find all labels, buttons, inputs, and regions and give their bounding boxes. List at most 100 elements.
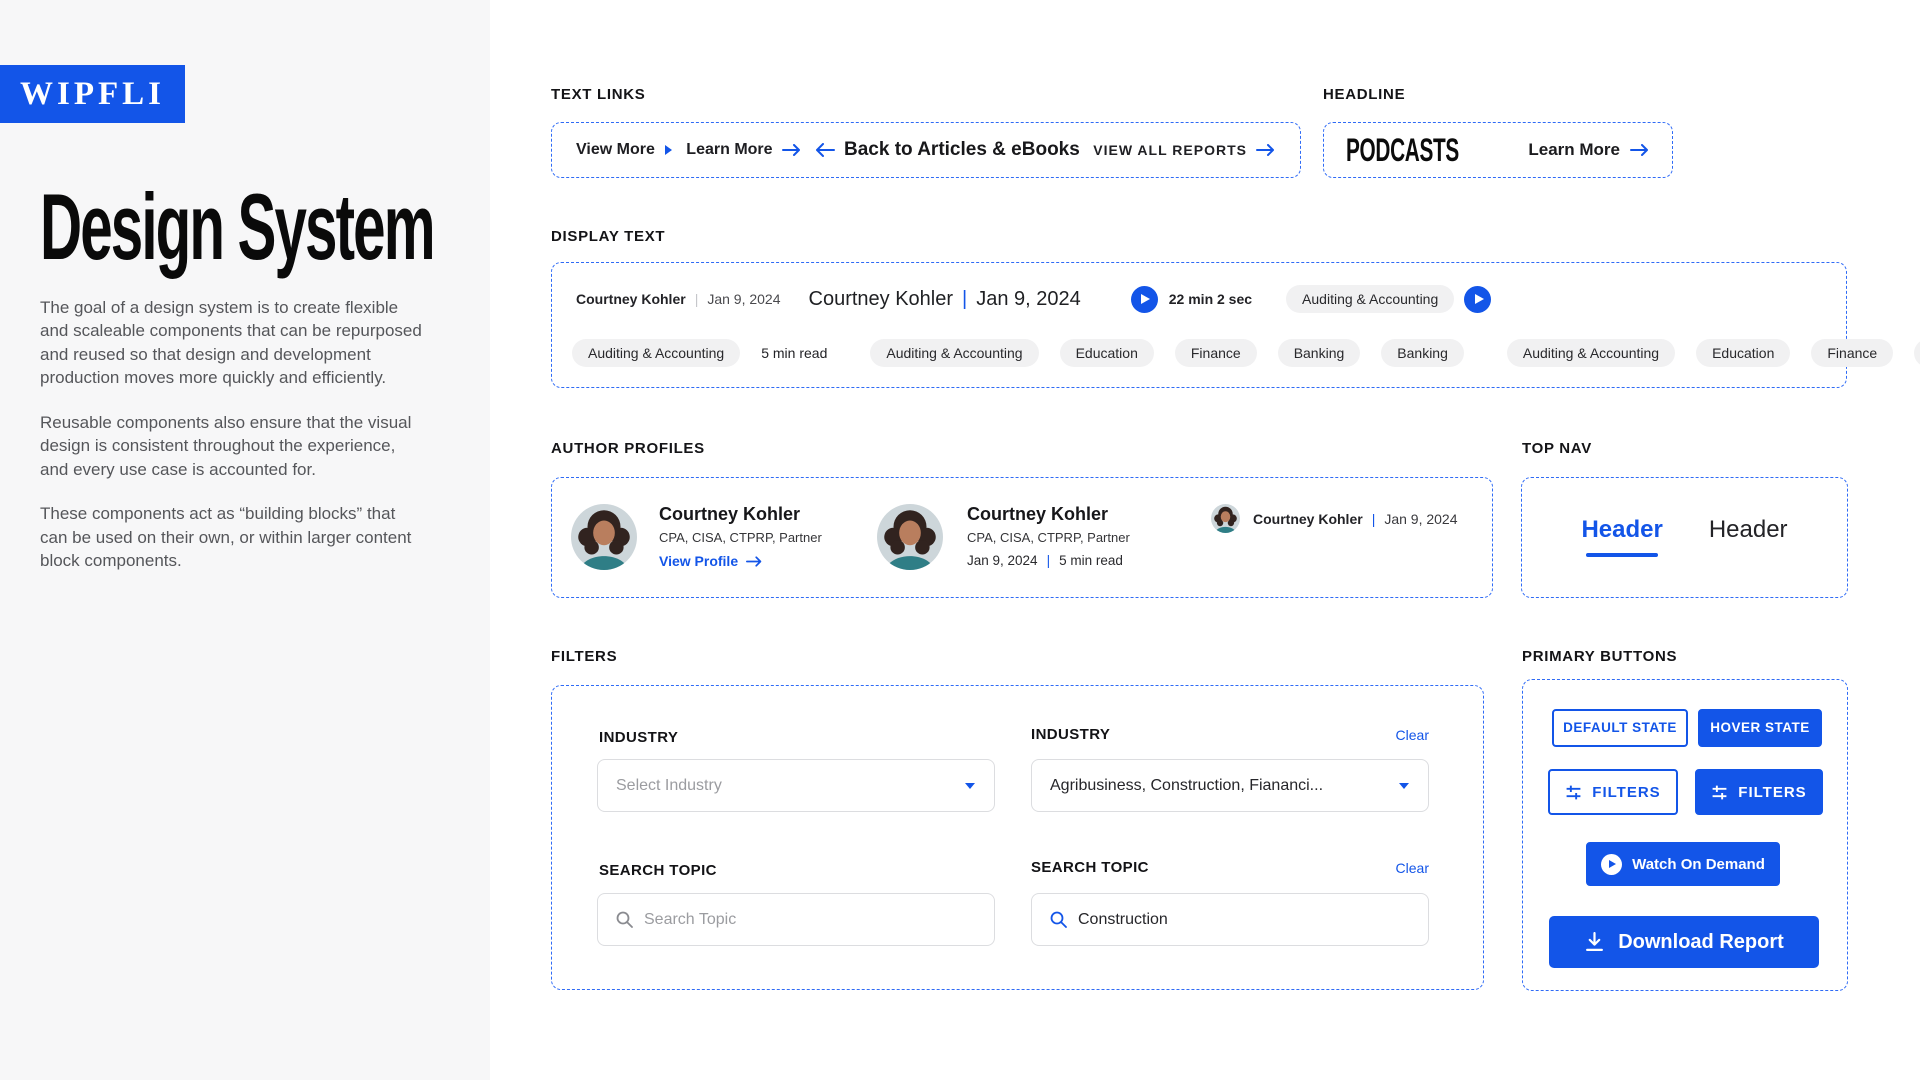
back-link[interactable]: Back to Articles & eBooks [815, 139, 1080, 161]
intro-paragraph: Reusable components also ensure that the… [40, 411, 422, 481]
author-profiles-label: AUTHOR PROFILES [551, 441, 705, 456]
triangle-right-icon [664, 144, 673, 156]
article-meta: Jan 9, 2024 | 5 min read [967, 554, 1130, 568]
author-name: Courtney Kohler [967, 505, 1130, 523]
tag-pill[interactable]: Education [1060, 339, 1154, 367]
primary-buttons-label: PRIMARY BUTTONS [1522, 649, 1677, 664]
author-name: Courtney Kohler [809, 288, 954, 311]
separator: | [1038, 554, 1060, 568]
view-more-link[interactable]: View More [576, 141, 673, 159]
headline-learn-more-label: Learn More [1528, 140, 1620, 160]
search-filled-header: SEARCH TOPIC Clear [1031, 860, 1429, 875]
tag-pill[interactable]: Education [1696, 339, 1790, 367]
search-topic-field-empty [597, 893, 995, 946]
filters-box: INDUSTRY Select Industry INDUSTRY Clear … [551, 685, 1484, 990]
author-profile-meta: Courtney Kohler CPA, CISA, CTPRP, Partne… [967, 505, 1130, 568]
nav-tab-label: Header [1709, 518, 1788, 542]
read-time-text: 5 min read [761, 345, 827, 361]
view-profile-link[interactable]: View Profile [659, 554, 822, 568]
duration-text: 22 min 2 sec [1169, 291, 1252, 307]
tag-pill[interactable]: Banking [1278, 339, 1361, 367]
industry-label: INDUSTRY [599, 730, 678, 745]
wipfli-logo-text: WIPFLI [20, 76, 165, 113]
view-all-reports-link[interactable]: VIEW ALL REPORTS [1093, 142, 1276, 158]
clear-industry-link[interactable]: Clear [1396, 728, 1429, 742]
tag-pill[interactable]: Finance [1811, 339, 1893, 367]
separator: | [953, 288, 976, 311]
separator: | [686, 291, 708, 307]
watch-on-demand-label: Watch On Demand [1632, 857, 1765, 872]
byline-small: Courtney Kohler | Jan 9, 2024 [576, 291, 781, 307]
nav-tab-active[interactable]: Header [1581, 518, 1662, 557]
chevron-down-icon [964, 782, 976, 790]
page-title: Design System [40, 180, 434, 274]
article-date: Jan 9, 2024 [967, 554, 1038, 568]
search-topic-label: SEARCH TOPIC [1031, 860, 1149, 875]
filters-button-label: FILTERS [1738, 785, 1806, 800]
category-tag[interactable]: Auditing & Accounting [1286, 285, 1454, 313]
author-credentials: CPA, CISA, CTPRP, Partner [659, 531, 822, 544]
play-button[interactable] [1131, 286, 1158, 313]
filter-sliders-icon [1711, 784, 1728, 801]
tag-pill[interactable]: Auditing & Accounting [870, 339, 1038, 367]
industry-select-filled[interactable]: Agribusiness, Construction, Fiananci... [1031, 759, 1429, 812]
clear-search-link[interactable]: Clear [1396, 861, 1429, 875]
filters-button-label: FILTERS [1592, 785, 1660, 800]
byline-large: Courtney Kohler | Jan 9, 2024 [809, 288, 1081, 311]
text-links-box: View More Learn More Back to Articles & … [551, 122, 1301, 178]
headline-title: PODCASTS [1346, 132, 1459, 169]
read-time-text: 5 min read [1059, 554, 1123, 568]
author-name: Courtney Kohler [659, 505, 822, 523]
display-text-row-tags: Auditing & Accounting 5 min read Auditin… [572, 339, 1920, 367]
display-text-row-meta: Courtney Kohler | Jan 9, 2024 Courtney K… [576, 285, 1830, 313]
play-circle-icon [1601, 854, 1622, 875]
active-tab-underline [1586, 553, 1658, 557]
default-state-button[interactable]: DEFAULT STATE [1552, 709, 1688, 747]
industry-select-empty[interactable]: Select Industry [597, 759, 995, 812]
tag-pill[interactable]: Auditing & Accounting [572, 339, 740, 367]
download-report-label: Download Report [1618, 932, 1784, 952]
tag-pill[interactable]: Auditing & Accounting [1507, 339, 1675, 367]
author-avatar [877, 504, 943, 570]
byline-inline: Courtney Kohler | Jan 9, 2024 [1253, 511, 1458, 527]
intro-paragraph: The goal of a design system is to create… [40, 296, 422, 390]
intro-paragraph: These components act as “building blocks… [40, 502, 422, 572]
separator: | [1363, 511, 1385, 527]
intro-copy: The goal of a design system is to create… [40, 296, 422, 594]
headline-learn-more-link[interactable]: Learn More [1528, 140, 1650, 160]
learn-more-link[interactable]: Learn More [686, 141, 801, 159]
filters-label: FILTERS [551, 649, 617, 664]
play-button[interactable] [1464, 286, 1491, 313]
arrow-right-icon [1630, 144, 1650, 156]
search-topic-input[interactable] [644, 911, 976, 929]
top-nav-box: Header Header [1521, 477, 1848, 598]
arrow-right-icon [746, 556, 763, 567]
filters-button-hover[interactable]: FILTERS [1695, 769, 1823, 815]
nav-tab-label: Header [1581, 518, 1662, 542]
author-credentials: CPA, CISA, CTPRP, Partner [967, 531, 1130, 544]
search-topic-input-filled[interactable] [1078, 911, 1410, 929]
default-state-label: DEFAULT STATE [1563, 721, 1677, 735]
chevron-down-icon [1398, 782, 1410, 790]
headline-label: HEADLINE [1323, 87, 1405, 102]
hover-state-button[interactable]: HOVER STATE [1698, 709, 1822, 747]
tag-pill[interactable]: Banking [1381, 339, 1464, 367]
primary-buttons-box: DEFAULT STATE HOVER STATE FILTERS FILTER… [1522, 679, 1848, 991]
industry-label: INDUSTRY [1031, 727, 1110, 742]
tag-pill[interactable]: Finance [1175, 339, 1257, 367]
arrow-left-icon [815, 143, 835, 157]
article-date: Jan 9, 2024 [1384, 511, 1457, 527]
filters-button-default[interactable]: FILTERS [1548, 769, 1678, 815]
arrow-right-icon [782, 144, 802, 156]
search-topic-field-filled [1031, 893, 1429, 946]
tag-pill[interactable]: Banking [1914, 339, 1920, 367]
nav-tab-inactive[interactable]: Header [1709, 518, 1788, 557]
author-profiles-box: Courtney Kohler CPA, CISA, CTPRP, Partne… [551, 477, 1493, 598]
watch-on-demand-button[interactable]: Watch On Demand [1586, 842, 1780, 886]
view-more-label: View More [576, 141, 655, 159]
industry-select-value: Agribusiness, Construction, Fiananci... [1050, 777, 1323, 795]
download-report-button[interactable]: Download Report [1549, 916, 1819, 968]
author-profile-card: Courtney Kohler CPA, CISA, CTPRP, Partne… [659, 505, 822, 568]
text-links-label: TEXT LINKS [551, 87, 646, 102]
download-icon [1584, 932, 1605, 952]
